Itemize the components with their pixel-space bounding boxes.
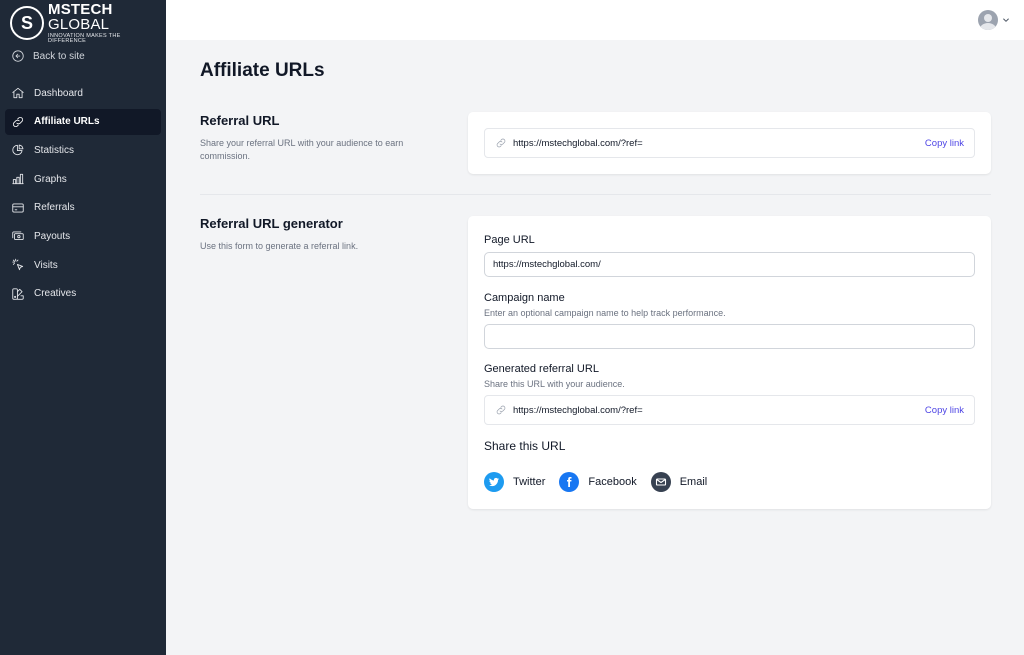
home-icon: [12, 87, 24, 99]
user-menu[interactable]: [978, 10, 1010, 30]
copy-link-button[interactable]: Copy link: [925, 138, 964, 149]
arrow-circle-left-icon: [12, 50, 24, 62]
brand-name-light: GLOBAL: [48, 15, 110, 33]
copy-generated-link-button[interactable]: Copy link: [925, 405, 964, 416]
logo-mark-icon: S: [10, 6, 44, 40]
section-divider: [200, 194, 991, 195]
share-title: Share this URL: [484, 439, 566, 453]
share-facebook-button[interactable]: Facebook: [559, 472, 637, 492]
referral-section-description: Share your referral URL with your audien…: [200, 138, 404, 161]
share-twitter-label: Twitter: [513, 476, 546, 488]
sidebar-item-label: Statistics: [34, 144, 75, 156]
back-to-site-link[interactable]: Back to site: [0, 41, 166, 71]
link-icon: [496, 138, 506, 148]
sidebar-item-label: Payouts: [34, 230, 71, 242]
cursor-click-icon: [12, 258, 24, 271]
sidebar-item-label: Referrals: [34, 202, 75, 214]
referral-url-generator-card: Page URL Campaign name Enter an optional…: [468, 216, 991, 509]
bar-chart-icon: [12, 173, 24, 185]
sidebar-item-dashboard[interactable]: Dashboard: [5, 80, 161, 106]
page-title: Affiliate URLs: [200, 60, 325, 81]
generated-url-help: Share this URL with your audience.: [484, 379, 625, 389]
referral-url-text[interactable]: https://mstechglobal.com/?ref=: [513, 138, 925, 149]
sidebar-item-referrals[interactable]: Referrals: [5, 195, 161, 221]
campaign-name-help: Enter an optional campaign name to help …: [484, 308, 726, 318]
sidebar: S MSTECH GLOBAL INNOVATION MAKES THE DIF…: [0, 0, 166, 655]
sidebar-nav: Dashboard Affiliate URLs Statistics Grap…: [0, 80, 166, 307]
page-url-label: Page URL: [484, 234, 535, 246]
color-swatch-icon: [12, 288, 24, 300]
link-icon: [496, 405, 506, 415]
sidebar-item-visits[interactable]: Visits: [5, 252, 161, 278]
referral-url-card: https://mstechglobal.com/?ref= Copy link: [468, 112, 991, 174]
share-twitter-button[interactable]: Twitter: [484, 472, 545, 492]
sidebar-item-statistics[interactable]: Statistics: [5, 137, 161, 163]
cash-icon: [12, 231, 24, 241]
brand-logo[interactable]: S MSTECH GLOBAL INNOVATION MAKES THE DIF…: [0, 0, 166, 44]
email-icon: [650, 472, 671, 492]
top-bar: [166, 0, 1024, 40]
share-buttons: Twitter Facebook Email: [484, 472, 721, 492]
sidebar-item-creatives[interactable]: Creatives: [5, 281, 161, 307]
chevron-down-icon[interactable]: [1002, 16, 1010, 24]
link-icon: [13, 116, 23, 127]
share-email-button[interactable]: Email: [650, 472, 708, 492]
sidebar-item-label: Visits: [34, 259, 58, 271]
brand-tagline: INNOVATION MAKES THE DIFFERENCE: [48, 32, 121, 44]
sidebar-item-label: Creatives: [34, 288, 77, 300]
generator-section-title: Referral URL generator: [200, 216, 343, 231]
twitter-icon: [484, 472, 504, 492]
sidebar-item-payouts[interactable]: Payouts: [5, 223, 161, 249]
sidebar-item-graphs[interactable]: Graphs: [5, 166, 161, 192]
sidebar-item-label: Affiliate URLs: [34, 116, 100, 128]
share-facebook-label: Facebook: [588, 476, 637, 488]
avatar[interactable]: [978, 10, 998, 30]
sidebar-item-label: Dashboard: [34, 87, 83, 99]
pie-chart-icon: [12, 144, 24, 156]
referral-url-box: https://mstechglobal.com/?ref= Copy link: [484, 128, 975, 158]
main-content: Affiliate URLs Referral URL Share your r…: [166, 40, 1024, 655]
referral-section-title: Referral URL: [200, 113, 280, 128]
share-email-label: Email: [679, 476, 708, 488]
facebook-icon: [559, 472, 580, 492]
page-url-input[interactable]: [484, 252, 975, 277]
campaign-name-input[interactable]: [484, 324, 975, 349]
credit-card-icon: [12, 203, 24, 213]
generated-url-text[interactable]: https://mstechglobal.com/?ref=: [513, 405, 925, 416]
back-to-site-label: Back to site: [33, 50, 85, 62]
sidebar-item-label: Graphs: [34, 173, 67, 185]
generated-url-label: Generated referral URL: [484, 363, 599, 375]
generated-url-box: https://mstechglobal.com/?ref= Copy link: [484, 395, 975, 425]
campaign-name-label: Campaign name: [484, 292, 565, 304]
generator-section-description: Use this form to generate a referral lin…: [200, 241, 359, 251]
sidebar-item-affiliate-urls[interactable]: Affiliate URLs: [5, 108, 161, 135]
